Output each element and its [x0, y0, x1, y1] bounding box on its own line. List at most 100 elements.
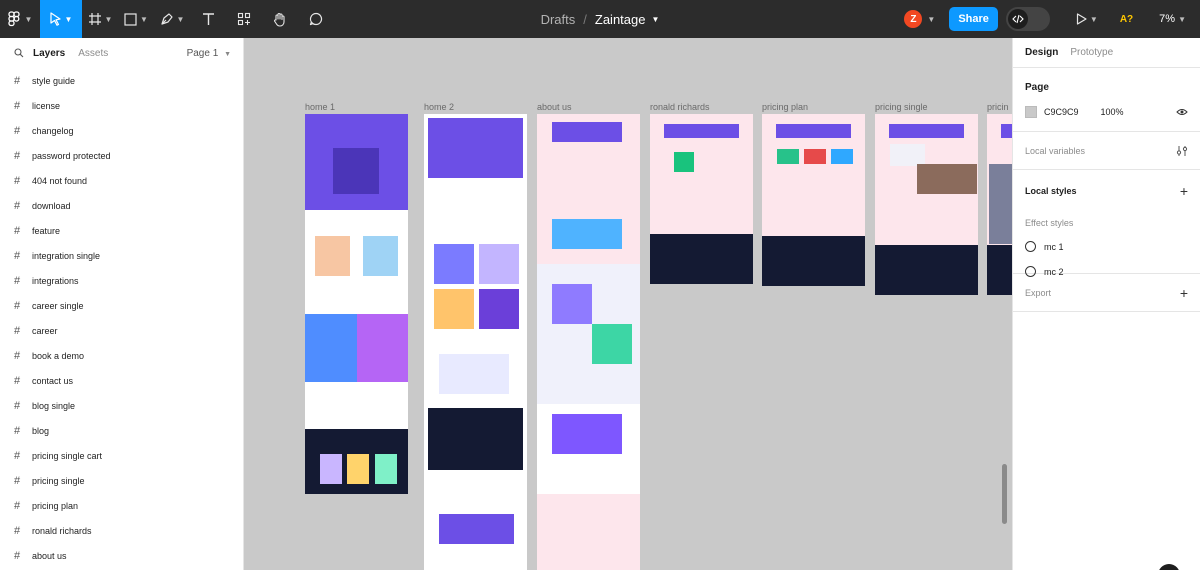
frame-label[interactable]: home 1 — [305, 102, 335, 112]
layer-item[interactable]: # blog single — [0, 393, 243, 418]
canvas-frame[interactable] — [537, 114, 640, 570]
frame-label[interactable]: about us — [537, 102, 572, 112]
frame-background — [424, 114, 527, 570]
layer-item[interactable]: # integrations — [0, 268, 243, 293]
effect-style-name: mc 2 — [1044, 266, 1064, 277]
layer-item[interactable]: # blog — [0, 418, 243, 443]
zoom-menu[interactable]: 7% ▼ — [1159, 13, 1186, 25]
search-icon[interactable] — [14, 48, 24, 58]
frame-label[interactable]: ronald richards — [650, 102, 710, 112]
tab-design[interactable]: Design — [1025, 47, 1058, 58]
layer-item[interactable]: # career — [0, 318, 243, 343]
tab-assets[interactable]: Assets — [78, 48, 108, 59]
frame-block — [889, 124, 964, 138]
layer-item[interactable]: # integration single — [0, 243, 243, 268]
add-style-icon[interactable]: + — [1180, 183, 1188, 199]
layer-item[interactable]: # pricing single cart — [0, 443, 243, 468]
frame-label[interactable]: pricin — [987, 102, 1009, 112]
page-selector[interactable]: Page 1 ▼ — [187, 48, 231, 59]
layer-item[interactable]: # password protected — [0, 143, 243, 168]
add-export-icon[interactable]: + — [1180, 285, 1188, 301]
variables-settings-icon[interactable] — [1176, 145, 1188, 157]
canvas-frames — [305, 114, 1012, 570]
canvas-frame[interactable] — [987, 114, 1012, 295]
frame-block — [674, 152, 694, 172]
frame-label[interactable]: pricing plan — [762, 102, 808, 112]
multiplayer-avatars[interactable]: Z ▼ — [904, 10, 935, 28]
chevron-down-icon[interactable]: ▼ — [651, 15, 659, 24]
missing-fonts-button[interactable]: A? — [1120, 14, 1133, 25]
layer-item[interactable]: # ronald richards — [0, 518, 243, 543]
layer-item[interactable]: # style guide — [0, 68, 243, 93]
frame-block — [917, 164, 977, 194]
canvas-frame[interactable] — [305, 114, 408, 494]
layer-item[interactable]: # feature — [0, 218, 243, 243]
resources-button[interactable] — [226, 0, 262, 38]
rectangle-icon — [124, 12, 137, 26]
frame-icon: # — [14, 474, 21, 487]
shape-tool-button[interactable]: ▼ — [118, 0, 154, 38]
canvas[interactable]: home 1 home 2 about us ronald richards prici… — [244, 38, 1012, 570]
tab-prototype[interactable]: Prototype — [1070, 47, 1113, 58]
frame-block — [989, 164, 1012, 244]
avatar[interactable]: Z — [904, 10, 923, 28]
page-background-row[interactable]: C9C9C9 100% — [1025, 106, 1188, 118]
layer-item[interactable]: # career single — [0, 293, 243, 318]
text-tool-button[interactable] — [190, 0, 226, 38]
layer-item[interactable]: # license — [0, 93, 243, 118]
frame-icon: # — [14, 299, 21, 312]
main-menu-button[interactable]: ▼ — [0, 0, 40, 38]
frame-icon: # — [14, 99, 21, 112]
layer-item[interactable]: # download — [0, 193, 243, 218]
pen-tool-button[interactable]: ▼ — [154, 0, 190, 38]
move-tool-button[interactable]: ▼ — [40, 0, 82, 38]
properties-tabs: Design Prototype — [1013, 38, 1200, 68]
frame-block — [305, 314, 357, 382]
canvas-frame[interactable] — [424, 114, 527, 570]
layer-item[interactable]: #404 not found — [0, 168, 243, 193]
present-button[interactable]: ▼ — [1076, 13, 1098, 25]
frame-icon: # — [14, 124, 21, 137]
page-color-swatch[interactable] — [1025, 106, 1037, 118]
breadcrumb-separator: / — [583, 11, 587, 27]
share-button[interactable]: Share — [949, 7, 998, 31]
canvas-frame[interactable] — [650, 114, 753, 284]
comment-tool-button[interactable] — [298, 0, 334, 38]
layer-item[interactable]: # about us — [0, 543, 243, 568]
layer-item[interactable]: # contact us — [0, 368, 243, 393]
effect-style-item[interactable]: mc 1 — [1025, 241, 1188, 252]
frame-icon: # — [14, 399, 21, 412]
canvas-frame[interactable] — [875, 114, 978, 295]
frame-block — [333, 148, 379, 194]
page-opacity-value[interactable]: 100% — [1101, 107, 1124, 117]
frame-block — [762, 236, 865, 286]
frame-block — [592, 324, 632, 364]
breadcrumb-drafts[interactable]: Drafts — [541, 12, 576, 27]
frame-label[interactable]: home 2 — [424, 102, 454, 112]
frame-block — [428, 118, 523, 178]
file-name[interactable]: Zaintage — [595, 12, 646, 27]
layer-item[interactable]: # pricing single — [0, 468, 243, 493]
layer-item[interactable]: # changelog — [0, 118, 243, 143]
frame-label[interactable]: pricing single — [875, 102, 928, 112]
hand-tool-button[interactable] — [262, 0, 298, 38]
export-section: Export + — [1013, 274, 1200, 312]
frame-icon: # — [14, 224, 21, 237]
chevron-down-icon: ▼ — [1089, 14, 1098, 24]
chevron-down-icon: ▼ — [104, 14, 113, 24]
frame-icon: # — [14, 524, 21, 537]
frame-block — [987, 245, 1012, 295]
local-variables-section[interactable]: Local variables — [1013, 132, 1200, 170]
effect-style-list: mc 1 mc 2 — [1025, 241, 1188, 277]
canvas-vertical-scrollbar[interactable] — [1002, 464, 1007, 524]
canvas-frame[interactable] — [762, 114, 865, 286]
frame-block — [552, 122, 622, 142]
page-color-value[interactable]: C9C9C9 — [1044, 107, 1079, 117]
dev-mode-toggle[interactable] — [1005, 7, 1050, 31]
layer-item[interactable]: # pricing plan — [0, 493, 243, 518]
layer-item[interactable]: # book a demo — [0, 343, 243, 368]
eye-icon[interactable] — [1176, 108, 1188, 116]
tab-layers[interactable]: Layers — [33, 48, 65, 59]
frame-tool-button[interactable]: ▼ — [82, 0, 118, 38]
hand-icon — [273, 12, 285, 27]
